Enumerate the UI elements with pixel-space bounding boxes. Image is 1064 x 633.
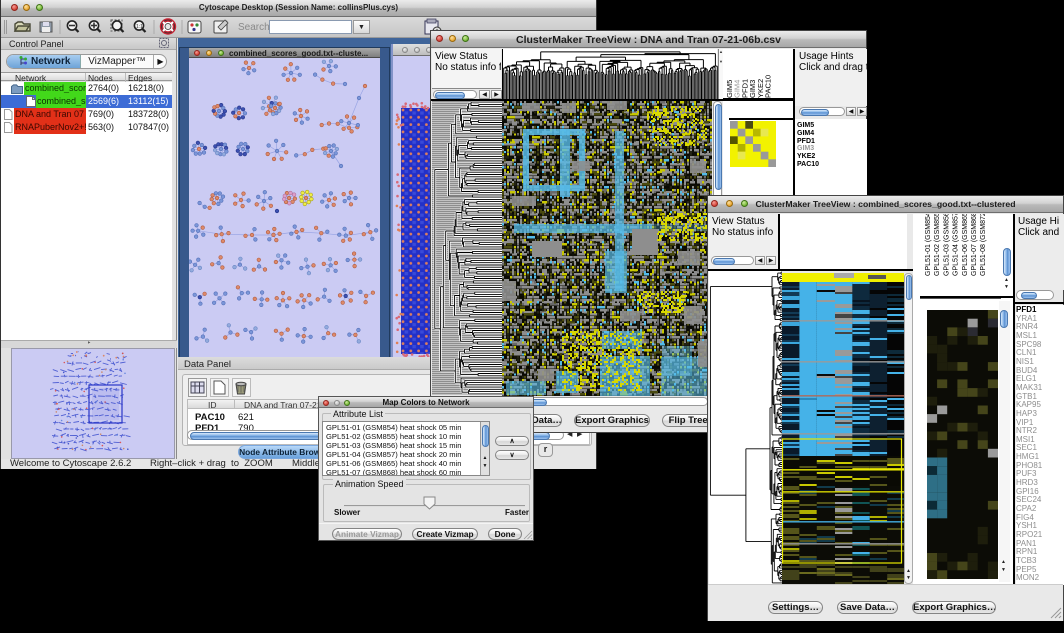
svg-text:GPL51-03 (GSM856): GPL51-03 (GSM856) <box>943 214 950 276</box>
svg-text:GPL51-01 (GSM854): GPL51-01 (GSM854) <box>925 214 932 276</box>
svg-text:GPL51-06 (GSM865): GPL51-06 (GSM865) <box>962 214 969 276</box>
svg-text:GPL51-07 (GSM868): GPL51-07 (GSM868) <box>971 214 978 276</box>
svg-text:GPL51-02 (GSM855): GPL51-02 (GSM855) <box>934 214 941 276</box>
svg-text:1:1: 1:1 <box>136 24 143 30</box>
svg-text:GPL51-04 (GSM857): GPL51-04 (GSM857) <box>953 214 960 276</box>
svg-text:GPL51-08 (GSM872): GPL51-08 (GSM872) <box>980 214 987 276</box>
svg-text:PAC10: PAC10 <box>764 75 773 98</box>
